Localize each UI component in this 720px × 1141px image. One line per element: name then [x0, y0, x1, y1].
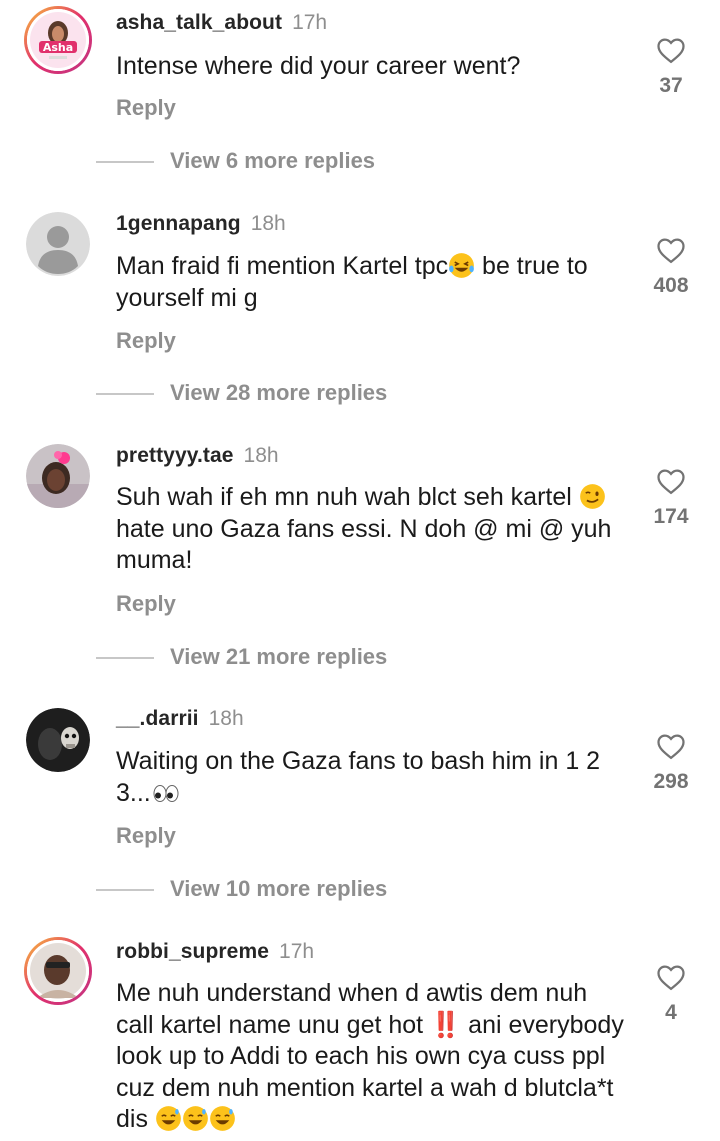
avatar[interactable]: Asha: [24, 6, 92, 74]
username[interactable]: 1gennapang: [116, 212, 241, 235]
like-count: 298: [653, 770, 689, 793]
comment-text: Man fraid fi mention Kartel tpc be true …: [116, 252, 588, 312]
reply-button[interactable]: Reply: [116, 823, 176, 849]
grinning-sweat-emoji-icon: [209, 1105, 236, 1132]
comment-text: Intense where did your career went?: [116, 52, 521, 80]
view-replies-label: View 28 more replies: [170, 380, 388, 405]
laughing-emoji-icon: [448, 252, 475, 279]
avatar[interactable]: [26, 212, 90, 276]
svg-text:Asha: Asha: [43, 41, 73, 54]
like-count: 408: [653, 274, 689, 297]
heart-outline-icon: [657, 965, 685, 991]
reply-button[interactable]: Reply: [116, 95, 176, 121]
like-count: 37: [659, 74, 683, 97]
username[interactable]: __.darrii: [116, 707, 199, 730]
heart-outline-icon: [657, 734, 685, 760]
timestamp: 17h: [279, 940, 315, 963]
avatar[interactable]: [26, 708, 90, 772]
username[interactable]: robbi_supreme: [116, 940, 269, 963]
like-button[interactable]: 408: [648, 236, 694, 298]
view-more-replies[interactable]: View 10 more replies: [96, 876, 387, 902]
divider-line: [96, 657, 154, 659]
comment-header: __.darrii 18h: [116, 707, 244, 731]
grinning-sweat-emoji-icon: [182, 1105, 209, 1132]
comment-header: prettyyy.tae 18h: [116, 444, 279, 468]
winking-emoji-icon: [579, 483, 606, 510]
heart-outline-icon: [657, 469, 685, 495]
like-button[interactable]: 298: [648, 732, 694, 794]
avatar-image: [26, 708, 90, 772]
heart-outline-icon: [657, 238, 685, 264]
comment-header: asha_talk_about 17h: [116, 11, 327, 35]
comment-text: Waiting on the Gaza fans to bash him in …: [116, 747, 601, 807]
avatar-image: [27, 940, 89, 1002]
heart-outline-icon: [657, 38, 685, 64]
timestamp: 18h: [243, 444, 279, 467]
grinning-sweat-emoji-icon: [155, 1105, 182, 1132]
view-more-replies[interactable]: View 28 more replies: [96, 380, 387, 406]
avatar-image: Asha: [27, 9, 89, 71]
like-button[interactable]: 4: [648, 963, 694, 1025]
eyes-emoji-icon: [151, 779, 181, 806]
comment-header: 1gennapang 18h: [116, 212, 286, 236]
username[interactable]: asha_talk_about: [116, 11, 282, 34]
timestamp: 17h: [292, 11, 328, 34]
like-button[interactable]: 174: [648, 467, 694, 529]
comment-text: Suh wah if eh mn nuh wah blct seh kartel…: [116, 483, 612, 574]
avatar[interactable]: [26, 444, 90, 508]
username[interactable]: prettyyy.tae: [116, 444, 234, 467]
double-exclamation-emoji-icon: ‼️: [430, 1010, 462, 1039]
person-silhouette-icon: [26, 212, 90, 276]
divider-line: [96, 393, 154, 395]
view-replies-label: View 21 more replies: [170, 644, 388, 669]
divider-line: [96, 161, 154, 163]
view-replies-label: View 10 more replies: [170, 876, 388, 901]
comment-text: Me nuh understand when d awtis dem nuh c…: [116, 979, 624, 1133]
timestamp: 18h: [208, 707, 244, 730]
reply-button[interactable]: Reply: [116, 328, 176, 354]
divider-line: [96, 889, 154, 891]
like-count: 174: [653, 505, 689, 528]
view-more-replies[interactable]: View 21 more replies: [96, 644, 387, 670]
like-count: 4: [665, 1001, 677, 1024]
view-replies-label: View 6 more replies: [170, 148, 376, 173]
avatar-image: [26, 444, 90, 508]
like-button[interactable]: 37: [648, 36, 694, 98]
avatar[interactable]: [24, 937, 92, 1005]
reply-button[interactable]: Reply: [116, 591, 176, 617]
comment-header: robbi_supreme 17h: [116, 940, 314, 964]
timestamp: 18h: [250, 212, 286, 235]
view-more-replies[interactable]: View 6 more replies: [96, 148, 375, 174]
